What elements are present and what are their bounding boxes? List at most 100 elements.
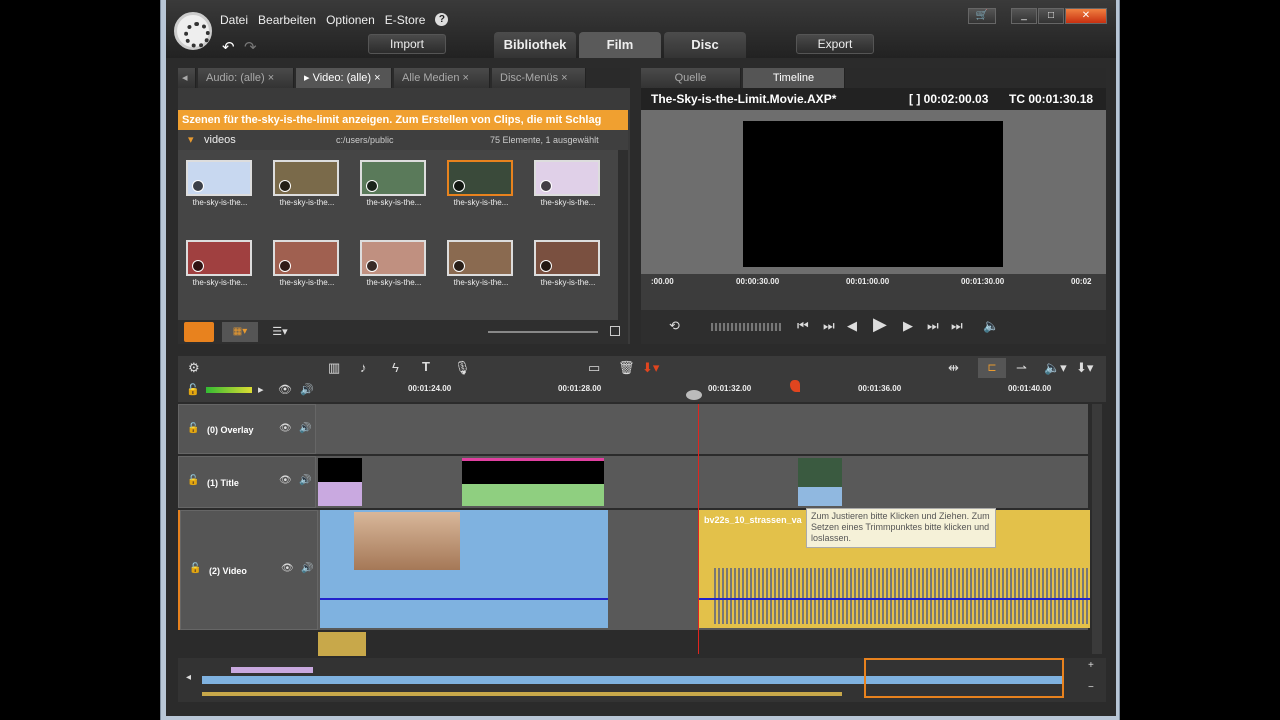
tab-disc[interactable]: Disc	[664, 32, 746, 58]
frame-back-icon[interactable]: ◀	[847, 318, 857, 334]
mute-all-icon[interactable]: 🔊	[300, 383, 314, 396]
tab-video-label: Video: (alle)	[312, 72, 372, 84]
nav-left-icon[interactable]: ◂	[186, 672, 191, 683]
media-thumbnail[interactable]	[447, 160, 513, 196]
marker-icon[interactable]: ⬇▾	[642, 360, 659, 376]
trim-icon[interactable]: ⇹	[948, 360, 959, 376]
speaker-icon[interactable]: 🔊	[299, 475, 311, 486]
speaker-icon[interactable]: 🔊	[299, 423, 311, 434]
menu-bearbeiten[interactable]: Bearbeiten	[258, 13, 316, 27]
delete-icon[interactable]: 🗑	[618, 360, 635, 376]
ripple-icon[interactable]: ⇀	[1016, 360, 1027, 376]
marker-flag[interactable]	[790, 380, 800, 392]
folder-bar: ▾ videos c:/users/public 75 Elemente, 1 …	[178, 130, 628, 150]
step-forward-icon[interactable]: ⏭	[927, 318, 939, 334]
export-button[interactable]: Export	[796, 34, 874, 54]
media-thumbnail[interactable]	[186, 160, 252, 196]
audio-scrub-icon[interactable]: 🔈▾	[1044, 360, 1067, 376]
title-tool-icon[interactable]: T	[422, 359, 430, 374]
volume-icon[interactable]: 🔈	[983, 318, 999, 334]
tab-disc-menus[interactable]: Disc-Menüs ×	[492, 68, 586, 88]
video-clip[interactable]	[320, 510, 608, 628]
eye-icon[interactable]: 👁	[279, 475, 292, 486]
magnet-icon[interactable]: ⊏	[978, 358, 1006, 378]
redo-icon[interactable]: ↷	[244, 38, 257, 56]
zoom-max-icon[interactable]	[610, 326, 620, 336]
stack-view-icon[interactable]	[184, 322, 214, 342]
nav-viewport[interactable]	[864, 658, 1064, 698]
media-thumbnail[interactable]	[186, 240, 252, 276]
frame-forward-icon[interactable]: ▶	[903, 318, 913, 334]
split-icon[interactable]: ϟ	[392, 360, 399, 375]
maximize-icon[interactable]: □	[1038, 8, 1064, 24]
jump-end-icon[interactable]: ⏭	[951, 318, 963, 334]
zoom-in-icon[interactable]: +	[1088, 660, 1094, 671]
title-clip[interactable]	[318, 458, 362, 506]
media-thumbnail[interactable]	[273, 240, 339, 276]
master-play-icon[interactable]: ▸	[258, 383, 264, 396]
tab-audio-label: Audio: (alle)	[206, 72, 265, 84]
audio-clip-partial[interactable]	[318, 632, 366, 656]
shuttle-control[interactable]	[711, 323, 781, 331]
tab-bibliothek[interactable]: Bibliothek	[494, 32, 576, 58]
lock-icon[interactable]: 🔓	[187, 475, 199, 486]
menu-datei[interactable]: Datei	[220, 13, 248, 27]
tab-timeline[interactable]: Timeline	[743, 68, 845, 88]
settings-icon[interactable]: ⚙	[188, 360, 200, 376]
play-icon[interactable]: ▶	[873, 314, 887, 335]
playhead-handle[interactable]	[686, 390, 702, 400]
zoom-out-icon[interactable]: −	[1088, 682, 1094, 693]
import-button[interactable]: Import	[368, 34, 446, 54]
jump-start-icon[interactable]: ⏮	[797, 318, 809, 334]
media-thumbnail[interactable]	[534, 160, 600, 196]
menu-optionen[interactable]: Optionen	[326, 13, 375, 27]
lock-all-icon[interactable]: 🔓	[186, 383, 200, 396]
cart-icon[interactable]: 🛒	[968, 8, 996, 24]
voiceover-icon[interactable]: 🎙	[454, 360, 471, 376]
preview-ruler[interactable]: :00.00 00:00:30.00 00:01:00.00 00:01:30.00 0…	[641, 274, 1106, 310]
play-icon	[279, 180, 291, 192]
minimize-icon[interactable]: _	[1011, 8, 1037, 24]
title-clip[interactable]	[462, 458, 604, 506]
tab-film[interactable]: Film	[579, 32, 661, 58]
audio-mixer-icon[interactable]: ▥	[328, 360, 340, 376]
tab-audio[interactable]: Audio: (alle) ×	[198, 68, 294, 88]
list-view-icon[interactable]: ☰▾	[264, 322, 296, 342]
tab-scroll-left-icon[interactable]: ◂	[178, 68, 196, 88]
help-icon[interactable]: ?	[435, 13, 449, 26]
step-back-icon[interactable]: ⏭	[823, 318, 835, 334]
eye-all-icon[interactable]: 👁	[278, 383, 292, 396]
zoom-slider[interactable]	[488, 331, 598, 333]
loop-icon[interactable]: ⟲	[669, 318, 680, 334]
media-thumbnail[interactable]	[360, 160, 426, 196]
audio-level-line	[320, 598, 608, 600]
grid-view-icon[interactable]: ▦▾	[222, 322, 258, 342]
timeline-ruler[interactable]: 🔓 ▸ 👁 🔊 00:01:24.00 00:01:28.00 00:01:32…	[178, 380, 1106, 402]
media-thumbnail[interactable]	[360, 240, 426, 276]
timeline-navigator[interactable]: ◂ + −	[178, 658, 1106, 702]
tab-quelle[interactable]: Quelle	[641, 68, 741, 88]
folder-expand-icon[interactable]: ▾	[188, 130, 194, 150]
tab-alle-label: Alle Medien	[402, 72, 460, 84]
scorefitter-icon[interactable]: ♪	[360, 360, 367, 375]
tool-menu-icon[interactable]: ⬇▾	[1076, 360, 1093, 376]
razor-icon[interactable]: ▭	[588, 360, 600, 376]
media-thumbnail[interactable]	[447, 240, 513, 276]
video-preview[interactable]	[743, 121, 1003, 267]
eye-icon[interactable]: 👁	[281, 563, 294, 574]
track-scrollbar[interactable]	[1092, 404, 1102, 654]
speaker-icon[interactable]: 🔊	[301, 563, 313, 574]
lock-icon[interactable]: 🔓	[189, 563, 201, 574]
undo-icon[interactable]: ↶	[222, 38, 235, 56]
close-icon[interactable]: ✕	[1065, 8, 1107, 24]
eye-icon[interactable]: 👁	[279, 423, 292, 434]
track-name: (2) Video	[209, 566, 247, 576]
menu-estore[interactable]: E-Store	[385, 13, 426, 27]
tab-video[interactable]: ▸ Video: (alle) ×	[296, 68, 392, 88]
media-thumbnail[interactable]	[273, 160, 339, 196]
title-clip[interactable]	[798, 458, 842, 506]
grid-scrollbar[interactable]	[618, 150, 628, 320]
lock-icon[interactable]: 🔓	[187, 423, 199, 434]
media-thumbnail[interactable]	[534, 240, 600, 276]
tab-alle-medien[interactable]: Alle Medien ×	[394, 68, 490, 88]
